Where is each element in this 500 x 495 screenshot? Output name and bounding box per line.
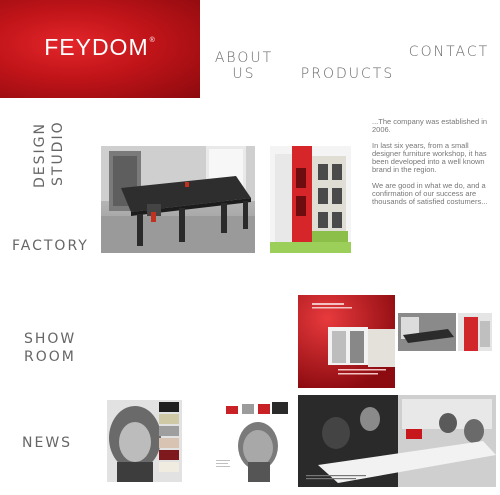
news-designer-illustration: [212, 400, 292, 482]
section-design-studio[interactable]: DESIGN STUDIO: [30, 116, 90, 192]
brand-logo[interactable]: FEYDOM®: [0, 0, 200, 98]
about-paragraph-1: ...The company was established in 2006.: [372, 117, 488, 135]
studio-label: STUDIO: [50, 120, 66, 186]
factory-workshop-photo[interactable]: [101, 146, 255, 253]
design-label: DESIGN: [32, 122, 48, 188]
nav-contact[interactable]: CONTACT: [404, 44, 494, 60]
news-portrait-illustration: [107, 400, 182, 482]
factory-building-photo[interactable]: [270, 146, 351, 253]
section-factory[interactable]: FACTORY: [12, 238, 89, 254]
nav-products[interactable]: PRODUCTS: [300, 66, 395, 82]
show-label: SHOW: [24, 331, 77, 347]
section-news[interactable]: NEWS: [22, 435, 72, 451]
factory-building-illustration: [270, 146, 351, 253]
about-text-block: ...The company was established in 2006. …: [372, 117, 490, 214]
section-showroom[interactable]: SHOW ROOM: [24, 330, 76, 366]
about-paragraph-2: In last six years, from a small designer…: [372, 140, 487, 175]
nav-about-line2: US: [232, 66, 256, 82]
logo-wordmark: FEYDOM®: [44, 34, 156, 60]
room-label: ROOM: [24, 349, 76, 365]
factory-workshop-illustration: [101, 146, 255, 253]
news-portrait-photo[interactable]: [107, 400, 182, 482]
catalog-spread-illustration: [298, 295, 496, 388]
nav-about-us[interactable]: ABOUT US: [212, 50, 276, 82]
news-meeting-spread[interactable]: [298, 395, 496, 487]
nav-about-line1: ABOUT: [214, 50, 274, 66]
meeting-spread-illustration: [298, 395, 496, 487]
about-paragraph-3: We are good in what we do, and a confirm…: [372, 180, 488, 207]
news-designer-photo[interactable]: [212, 400, 292, 482]
showroom-catalog-spread[interactable]: [298, 295, 496, 388]
